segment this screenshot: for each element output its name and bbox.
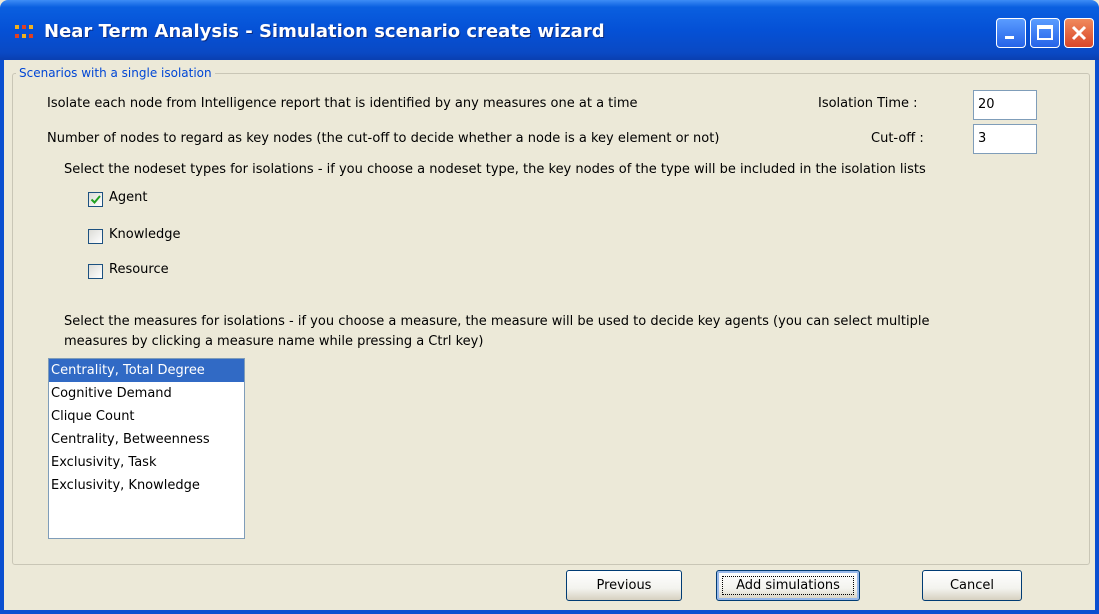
isolation-time-label: Isolation Time : — [818, 96, 918, 111]
knowledge-checkbox[interactable]: Knowledge — [88, 227, 208, 247]
minimize-icon — [1005, 36, 1014, 39]
previous-button[interactable]: Previous — [566, 570, 682, 601]
isolation-description: Isolate each node from Intelligence repo… — [47, 96, 638, 111]
minimize-button[interactable] — [996, 18, 1026, 48]
checkbox-box[interactable] — [88, 264, 103, 279]
list-item[interactable]: Exclusivity, Task — [49, 451, 244, 474]
resource-checkbox[interactable]: Resource — [88, 262, 198, 282]
add-simulations-button[interactable]: Add simulations — [716, 570, 860, 601]
window-frame-bottom — [0, 610, 1099, 614]
list-item[interactable]: Centrality, Total Degree — [49, 359, 244, 382]
cutoff-input[interactable]: 3 — [973, 124, 1037, 154]
measures-instruction-line1: Select the measures for isolations - if … — [64, 314, 930, 329]
list-item[interactable]: Exclusivity, Knowledge — [49, 474, 244, 497]
maximize-icon — [1037, 25, 1053, 40]
close-button[interactable] — [1064, 18, 1094, 48]
check-icon — [90, 195, 101, 204]
window-frame-right — [1095, 60, 1099, 614]
close-icon — [1071, 25, 1087, 41]
checkbox-label: Agent — [109, 190, 148, 205]
isolation-time-input[interactable]: 20 — [973, 90, 1037, 120]
list-item[interactable]: Cognitive Demand — [49, 382, 244, 405]
groupbox-legend: Scenarios with a single isolation — [16, 66, 215, 80]
list-item[interactable]: Clique Count — [49, 405, 244, 428]
list-item[interactable]: Centrality, Betweenness — [49, 428, 244, 451]
maximize-button[interactable] — [1030, 18, 1060, 48]
previous-button-label: Previous — [596, 578, 652, 593]
checkbox-box[interactable] — [88, 192, 103, 207]
checkbox-label: Resource — [109, 262, 169, 277]
window-title: Near Term Analysis - Simulation scenario… — [44, 21, 605, 42]
agent-checkbox[interactable]: Agent — [88, 190, 178, 210]
checkbox-box[interactable] — [88, 229, 103, 244]
app-icon — [15, 25, 33, 38]
cancel-button-label: Cancel — [949, 578, 995, 593]
cancel-button[interactable]: Cancel — [922, 570, 1022, 601]
measures-instruction-line2: measures by clicking a measure name whil… — [64, 334, 484, 349]
measures-listbox[interactable]: Centrality, Total Degree Cognitive Deman… — [48, 358, 245, 539]
nodeset-instruction: Select the nodeset types for isolations … — [64, 162, 926, 177]
add-simulations-button-label: Add simulations — [736, 578, 840, 593]
cutoff-label: Cut-off : — [871, 131, 924, 146]
title-bar[interactable]: Near Term Analysis - Simulation scenario… — [0, 0, 1099, 60]
checkbox-label: Knowledge — [109, 227, 181, 242]
cutoff-description: Number of nodes to regard as key nodes (… — [47, 131, 720, 146]
